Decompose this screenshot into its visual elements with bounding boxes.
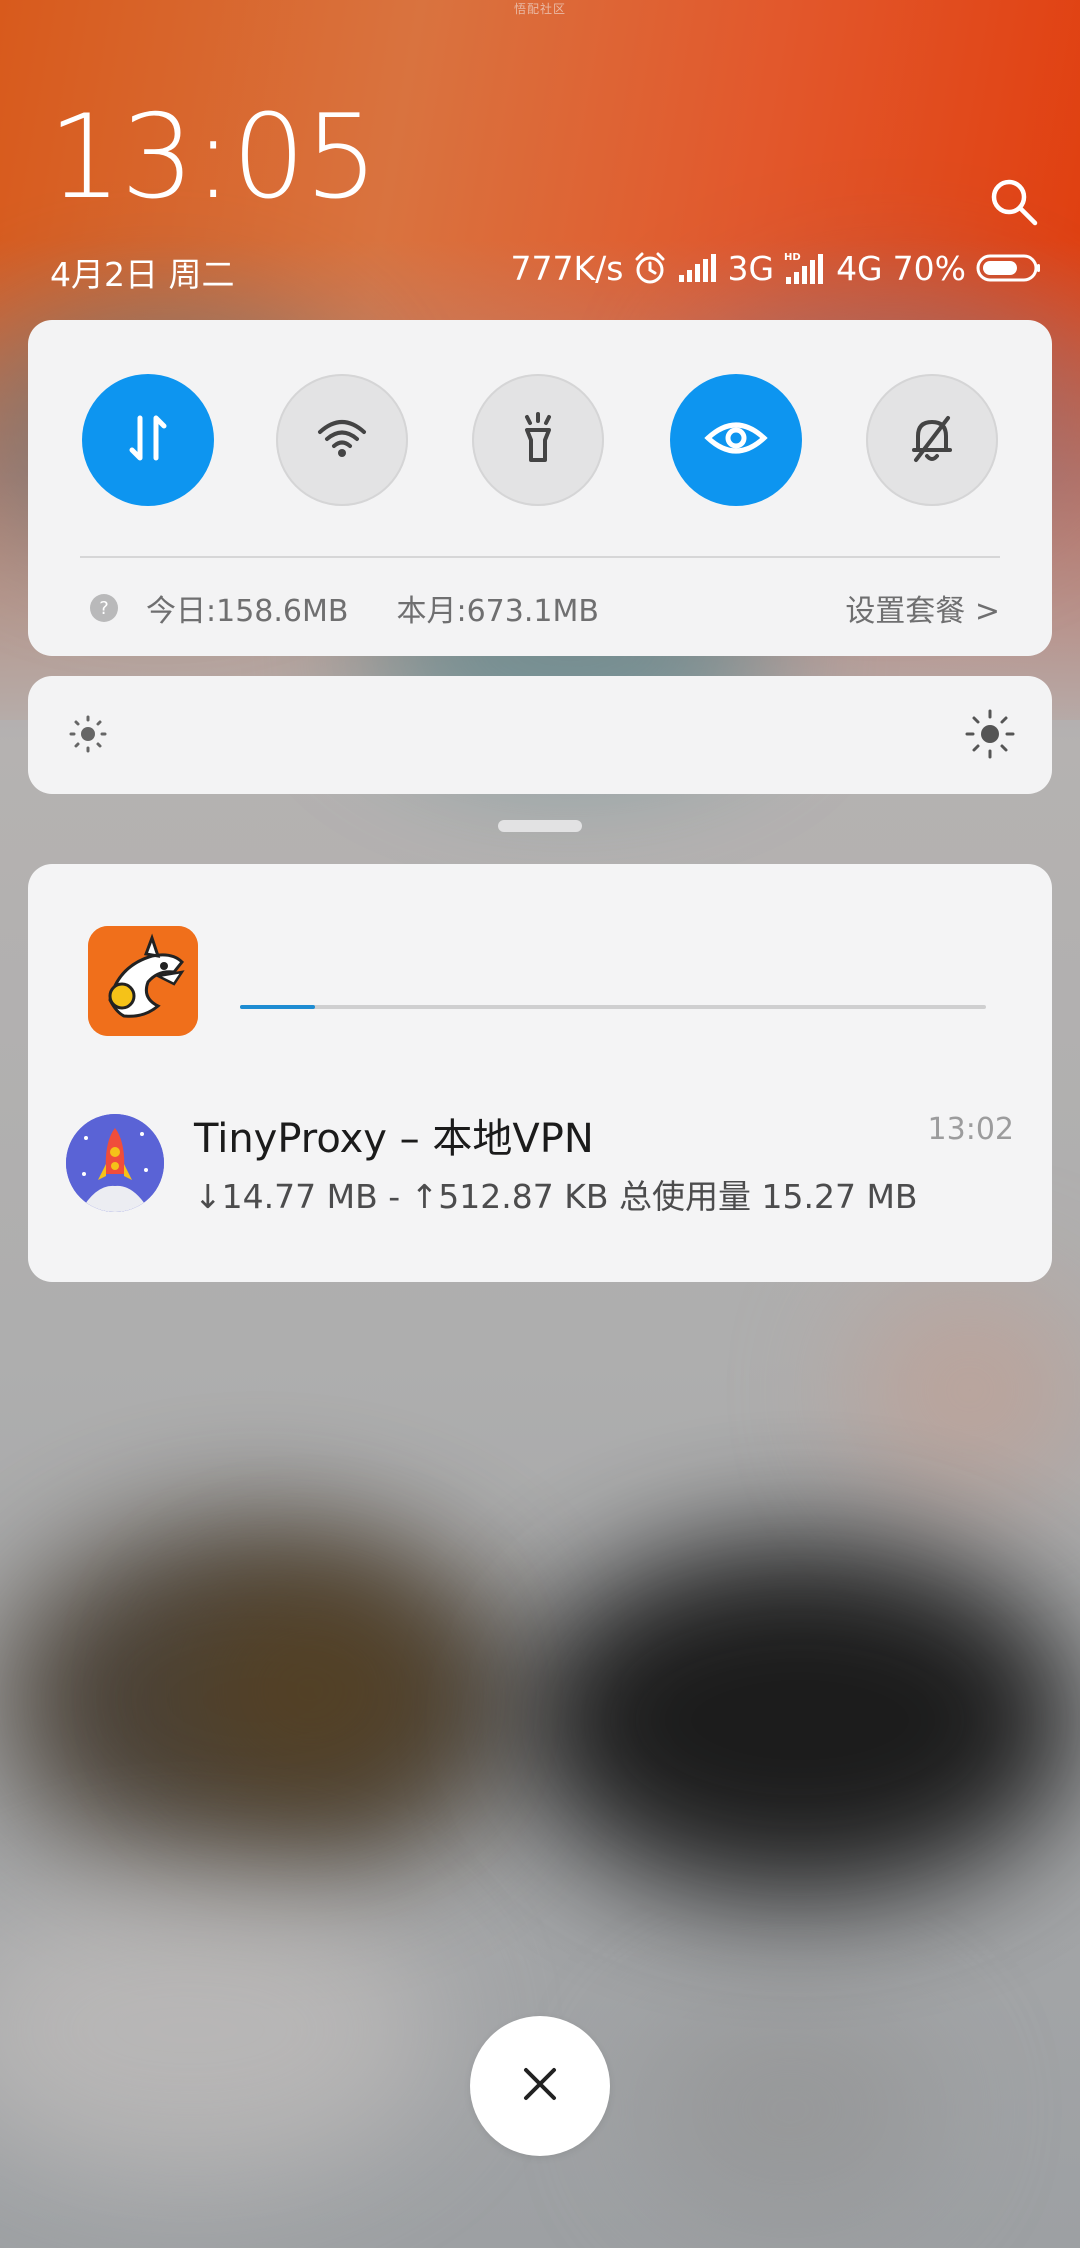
rocket-app-icon xyxy=(66,1114,164,1212)
brightness-high-icon xyxy=(964,708,1016,760)
lockscreen-date[interactable]: 4月2日 周二 xyxy=(50,248,234,296)
vpn-notification-detail: ↓14.77 MB - ↑512.87 KB 总使用量 15.27 MB xyxy=(194,1177,918,1216)
toggle-reading-mode[interactable] xyxy=(670,374,802,506)
watermark-text: 悟配社区 xyxy=(513,2,566,16)
lockscreen-clock[interactable]: 13:05 xyxy=(48,100,378,216)
battery-icon xyxy=(976,253,1042,283)
battery-percent: 70% xyxy=(892,248,966,288)
quick-settings-panel: ? 今日:158.6MB 本月:673.1MB 设置套餐 > xyxy=(28,320,1052,656)
divider xyxy=(80,556,1000,558)
toggle-wifi[interactable] xyxy=(276,374,408,506)
net-speed: 777K/s xyxy=(510,248,624,288)
wifi-icon xyxy=(312,408,372,472)
brightness-slider[interactable] xyxy=(28,676,1052,794)
toggle-silent[interactable] xyxy=(866,374,998,506)
data-usage-row: ? 今日:158.6MB 本月:673.1MB 设置套餐 > xyxy=(90,586,1000,630)
toggle-mobile-data[interactable] xyxy=(82,374,214,506)
usage-month: 本月:673.1MB xyxy=(396,594,599,629)
bell-off-icon xyxy=(902,408,962,472)
set-plan-link[interactable]: 设置套餐 > xyxy=(845,586,1000,630)
vpn-notification-title: TinyProxy – 本地VPN xyxy=(194,1116,594,1162)
network-type-2: 4G xyxy=(836,248,883,288)
svg-text:HD: HD xyxy=(784,252,801,263)
clear-notifications-button[interactable] xyxy=(470,2016,610,2156)
panel-drag-handle[interactable] xyxy=(498,820,582,832)
toggle-flashlight[interactable] xyxy=(472,374,604,506)
brightness-low-icon xyxy=(68,714,108,754)
flashlight-icon xyxy=(508,408,568,472)
download-progress-fill xyxy=(240,1005,315,1009)
shark-app-icon xyxy=(88,926,198,1036)
hd-signal-icon: HD xyxy=(784,251,826,285)
notification-card[interactable]: TinyProxy – 本地VPN 13:02 ↓14.77 MB - ↑512… xyxy=(28,864,1052,1282)
download-progress-bar xyxy=(240,1005,986,1009)
usage-today: 今日:158.6MB xyxy=(146,594,349,629)
status-bar: 777K/s 3G HD 4G 70% xyxy=(511,246,1042,290)
close-icon xyxy=(520,2064,560,2108)
data-arrows-icon xyxy=(118,408,178,472)
signal-icon xyxy=(677,253,717,283)
vpn-notification-time: 13:02 xyxy=(927,1112,1014,1147)
eye-icon xyxy=(704,406,768,474)
alarm-icon xyxy=(633,251,667,285)
help-icon[interactable]: ? xyxy=(90,594,118,622)
network-type-1: 3G xyxy=(727,248,775,288)
search-icon[interactable] xyxy=(988,176,1040,228)
